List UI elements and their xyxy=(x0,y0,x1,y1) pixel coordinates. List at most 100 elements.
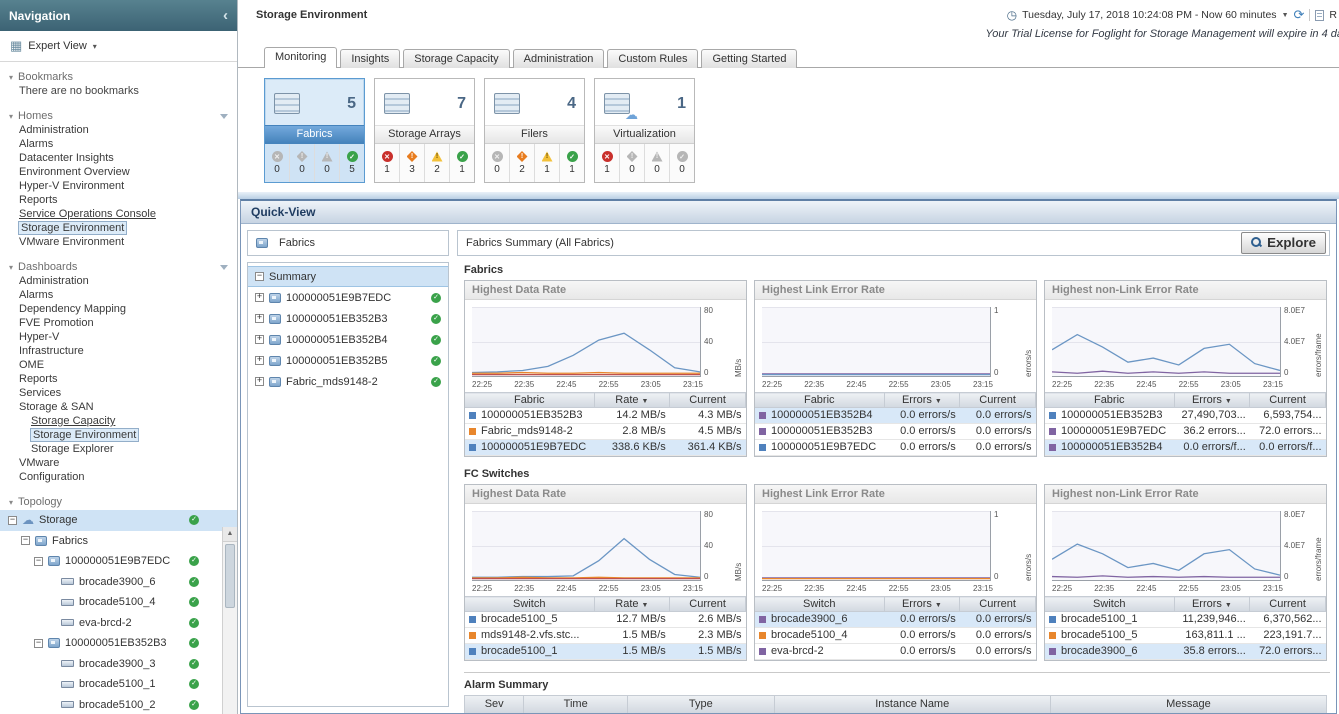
fabrics-tree-item-100000051eb352b4[interactable]: 100000051EB352B4 xyxy=(248,329,448,350)
explore-button[interactable]: Explore xyxy=(1241,232,1326,254)
dashboard-item-hyper-v[interactable]: Hyper-V xyxy=(0,331,237,345)
home-item-datacenter-insights[interactable]: Datacenter Insights xyxy=(0,152,237,166)
topology-node-brocade3900-6[interactable]: brocade3900_6 xyxy=(0,572,237,593)
chart-plot[interactable] xyxy=(1052,307,1281,377)
dashboard-item-configuration[interactable]: Configuration xyxy=(0,471,237,485)
dashboard-item-fve-promotion[interactable]: FVE Promotion xyxy=(0,317,237,331)
column-header-errors[interactable]: Errors▼ xyxy=(884,393,960,408)
tree-expander-icon[interactable] xyxy=(34,639,43,648)
fabrics-tree-item-summary[interactable]: Summary xyxy=(248,266,448,287)
dashboard-item-dependency-mapping[interactable]: Dependency Mapping xyxy=(0,303,237,317)
fabrics-tree-item-100000051eb352b3[interactable]: 100000051EB352B3 xyxy=(248,308,448,329)
fabrics-tree-item-100000051e9b7edc[interactable]: 100000051E9B7EDC xyxy=(248,287,448,308)
home-item-service-operations-console[interactable]: Service Operations Console xyxy=(0,208,237,222)
tab-storage-capacity[interactable]: Storage Capacity xyxy=(403,49,509,68)
home-item-vmware-environment[interactable]: VMware Environment xyxy=(0,236,237,250)
topology-node-storage[interactable]: ☁Storage xyxy=(0,510,237,531)
tree-expander-icon[interactable] xyxy=(34,557,43,566)
dashboard-item-vmware[interactable]: VMware xyxy=(0,457,237,471)
home-item-storage-environment[interactable]: Storage Environment xyxy=(0,222,237,236)
timerange-dropdown-icon[interactable]: ▼ xyxy=(1282,12,1289,19)
filter-icon[interactable] xyxy=(220,114,228,119)
chart-plot[interactable] xyxy=(762,511,991,581)
reports-label[interactable]: R xyxy=(1329,9,1337,21)
alarm-column-header-sev[interactable]: Sev xyxy=(464,695,524,713)
chart-plot[interactable] xyxy=(472,307,701,377)
column-header-errors[interactable]: Errors▼ xyxy=(884,597,960,612)
refresh-icon[interactable]: ⟳ xyxy=(1294,7,1305,23)
column-header-rate[interactable]: Rate▼ xyxy=(594,597,670,612)
column-header-current[interactable]: Current xyxy=(1250,597,1326,612)
tree-expander-icon[interactable] xyxy=(255,314,264,323)
expert-view-selector[interactable]: ▦ Expert View ▾ xyxy=(0,31,237,62)
home-item-alarms[interactable]: Alarms xyxy=(0,138,237,152)
fabrics-tree-item-100000051eb352b5[interactable]: 100000051EB352B5 xyxy=(248,350,448,371)
home-item-reports[interactable]: Reports xyxy=(0,194,237,208)
chart-plot[interactable] xyxy=(1052,511,1281,581)
sidebar-scrollbar[interactable]: ▲ xyxy=(222,527,237,714)
dashboard-item-reports[interactable]: Reports xyxy=(0,373,237,387)
table-row[interactable]: 100000051E9B7EDC0.0 errors/s0.0 errors/s xyxy=(755,440,1036,456)
table-row[interactable]: brocade5100_5163,811.1 ...223,191.7... xyxy=(1045,628,1326,644)
tab-custom-rules[interactable]: Custom Rules xyxy=(607,49,698,68)
reports-page-icon[interactable] xyxy=(1315,10,1324,21)
dashboard-item-storage-san[interactable]: Storage & SAN xyxy=(0,401,237,415)
column-header-errors[interactable]: Errors▼ xyxy=(1174,393,1250,408)
home-item-environment-overview[interactable]: Environment Overview xyxy=(0,166,237,180)
table-row[interactable]: Fabric_mds9148-22.8 MB/s4.5 MB/s xyxy=(465,424,746,440)
tree-expander-icon[interactable] xyxy=(255,293,264,302)
table-row[interactable]: brocade5100_11.5 MB/s1.5 MB/s xyxy=(465,644,746,660)
column-header-current[interactable]: Current xyxy=(670,597,746,612)
column-header-errors[interactable]: Errors▼ xyxy=(1174,597,1250,612)
column-header-switch[interactable]: Switch xyxy=(755,597,884,612)
column-header-switch[interactable]: Switch xyxy=(465,597,594,612)
topology-node-100000051eb352b3[interactable]: 100000051EB352B3 xyxy=(0,633,237,654)
tree-expander-icon[interactable] xyxy=(21,536,30,545)
dashboard-item-administration[interactable]: Administration xyxy=(0,275,237,289)
alarm-column-header-instance-name[interactable]: Instance Name xyxy=(775,695,1051,713)
chart-plot[interactable] xyxy=(762,307,991,377)
table-row[interactable]: 100000051EB352B30.0 errors/s0.0 errors/s xyxy=(755,424,1036,440)
alarm-column-header-message[interactable]: Message xyxy=(1051,695,1327,713)
topology-node-brocade3900-3[interactable]: brocade3900_3 xyxy=(0,654,237,675)
topology-node-brocade5100-1[interactable]: brocade5100_1 xyxy=(0,674,237,695)
table-row[interactable]: 100000051EB352B314.2 MB/s4.3 MB/s xyxy=(465,408,746,424)
column-header-fabric[interactable]: Fabric xyxy=(465,393,594,408)
dashboard-item-alarms[interactable]: Alarms xyxy=(0,289,237,303)
table-row[interactable]: brocade3900_635.8 errors...72.0 errors..… xyxy=(1045,644,1326,660)
tile-filers[interactable]: 4Filers0211 xyxy=(484,78,585,183)
home-item-administration[interactable]: Administration xyxy=(0,124,237,138)
topology-node-eva-brcd-2[interactable]: eva-brcd-2 xyxy=(0,613,237,634)
collapse-sidebar-icon[interactable]: ‹ xyxy=(223,7,228,24)
table-row[interactable]: eva-brcd-20.0 errors/s0.0 errors/s xyxy=(755,644,1036,660)
table-row[interactable]: mds9148-2.vfs.stc...1.5 MB/s2.3 MB/s xyxy=(465,628,746,644)
topology-section-header[interactable]: ▾Topology xyxy=(0,494,237,510)
tab-administration[interactable]: Administration xyxy=(513,49,605,68)
filter-icon[interactable] xyxy=(220,265,228,270)
topology-node-brocade5100-2[interactable]: brocade5100_2 xyxy=(0,695,237,714)
home-item-hyper-v-environment[interactable]: Hyper-V Environment xyxy=(0,180,237,194)
table-row[interactable]: 100000051EB352B327,490,703...6,593,754..… xyxy=(1045,408,1326,424)
timerange-text[interactable]: Tuesday, July 17, 2018 10:24:08 PM - Now… xyxy=(1022,9,1276,21)
table-row[interactable]: brocade5100_111,239,946...6,370,562... xyxy=(1045,612,1326,628)
table-row[interactable]: brocade3900_60.0 errors/s0.0 errors/s xyxy=(755,612,1036,628)
table-row[interactable]: brocade5100_40.0 errors/s0.0 errors/s xyxy=(755,628,1036,644)
tab-getting-started[interactable]: Getting Started xyxy=(701,49,797,68)
dashboards-section-header[interactable]: ▾Dashboards xyxy=(0,259,237,275)
tile-storage-arrays[interactable]: 7Storage Arrays1321 xyxy=(374,78,475,183)
column-header-current[interactable]: Current xyxy=(960,597,1036,612)
chart-plot[interactable] xyxy=(472,511,701,581)
table-row[interactable]: 100000051E9B7EDC338.6 KB/s361.4 KB/s xyxy=(465,440,746,456)
tab-monitoring[interactable]: Monitoring xyxy=(264,47,337,68)
table-row[interactable]: 100000051EB352B40.0 errors/s0.0 errors/s xyxy=(755,408,1036,424)
alarm-column-header-type[interactable]: Type xyxy=(628,695,775,713)
topology-node-100000051e9b7edc[interactable]: 100000051E9B7EDC xyxy=(0,551,237,572)
dashboard-item-services[interactable]: Services xyxy=(0,387,237,401)
tree-expander-icon[interactable] xyxy=(255,272,264,281)
dashboard-item-storage-explorer[interactable]: Storage Explorer xyxy=(0,443,237,457)
bookmarks-section-header[interactable]: ▾Bookmarks xyxy=(0,69,237,85)
table-row[interactable]: brocade5100_512.7 MB/s2.6 MB/s xyxy=(465,612,746,628)
tile-fabrics[interactable]: 5Fabrics0005 xyxy=(264,78,365,183)
table-row[interactable]: 100000051E9B7EDC36.2 errors...72.0 error… xyxy=(1045,424,1326,440)
column-header-switch[interactable]: Switch xyxy=(1045,597,1174,612)
